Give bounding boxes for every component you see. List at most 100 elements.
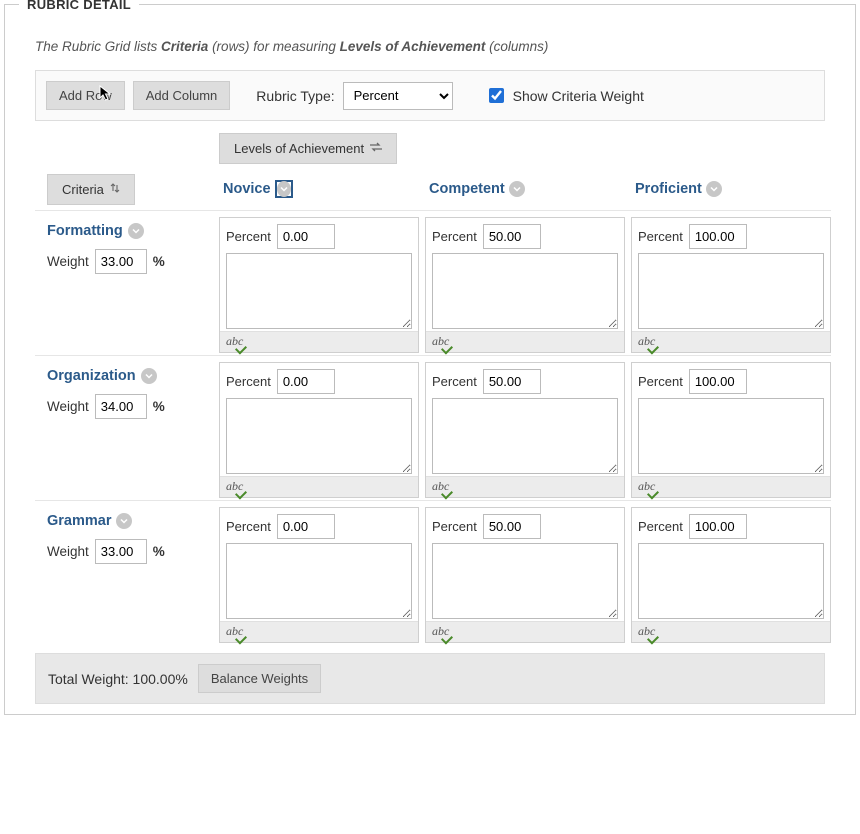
percent-input[interactable] [689,224,747,249]
rubric-cell: Percent abc [631,217,831,353]
criteria-label: Grammar [47,513,111,529]
criteria-row: Formatting Weight % [35,211,213,353]
add-column-button[interactable]: Add Column [133,81,231,110]
weight-line: Weight % [47,249,205,274]
description-textarea[interactable] [432,543,618,619]
spellcheck-icon[interactable]: abc [638,479,657,494]
criteria-label: Organization [47,368,136,384]
criteria-name-formatting[interactable]: Formatting [47,223,205,239]
percent-input[interactable] [483,514,541,539]
percent-symbol: % [153,399,165,414]
weight-input[interactable] [95,249,147,274]
sort-icon [110,183,120,196]
description-textarea[interactable] [226,253,412,329]
spellcheck-icon[interactable]: abc [638,624,657,639]
weight-line: Weight % [47,394,205,419]
show-weight-checkbox[interactable] [489,88,504,103]
percent-input[interactable] [277,224,335,249]
weight-input[interactable] [95,539,147,564]
percent-label: Percent [638,519,683,534]
chevron-down-icon[interactable] [509,181,525,197]
description-textarea[interactable] [638,543,824,619]
level-name: Novice [223,181,271,197]
add-row-button[interactable]: Add Row [46,81,125,110]
percent-input[interactable] [689,369,747,394]
show-weight-toggle[interactable]: Show Criteria Weight [485,85,644,106]
chevron-down-icon[interactable] [275,180,293,198]
chevron-down-icon[interactable] [706,181,722,197]
swap-icon [370,142,382,155]
criteria-row: Organization Weight % [35,356,213,498]
pill-label: Criteria [62,182,104,197]
panel-title: RUBRIC DETAIL [19,0,139,12]
weight-input[interactable] [95,394,147,419]
rubric-grid: Levels of Achievement Criteria Novice [35,133,825,643]
criteria-name-organization[interactable]: Organization [47,368,205,384]
description-textarea[interactable] [638,253,824,329]
percent-label: Percent [226,229,271,244]
button-label: Balance Weights [211,671,308,686]
rubric-cell: Percent abc [219,362,419,498]
total-weight-label: Total Weight: 100.00% [48,671,188,687]
button-label: Add Column [146,88,218,103]
grid-description: The Rubric Grid lists Criteria (rows) fo… [35,39,825,54]
criteria-header-wrap: Criteria [35,170,213,208]
desc-text: (rows) for measuring [208,39,339,54]
chevron-down-icon[interactable] [141,368,157,384]
level-header-novice[interactable]: Novice [219,170,419,208]
percent-input[interactable] [689,514,747,539]
levels-header-wrap: Levels of Achievement [219,133,831,164]
percent-input[interactable] [277,369,335,394]
percent-input[interactable] [483,369,541,394]
rubric-detail-panel: RUBRIC DETAIL The Rubric Grid lists Crit… [4,4,856,715]
rubric-type-select[interactable]: Percent [343,82,453,110]
rubric-cell: Percent abc [425,362,625,498]
percent-label: Percent [432,229,477,244]
spellcheck-icon[interactable]: abc [226,624,245,639]
level-name: Proficient [635,181,702,197]
weight-label: Weight [47,399,89,414]
percent-label: Percent [226,374,271,389]
spellcheck-icon[interactable]: abc [432,624,451,639]
description-textarea[interactable] [432,398,618,474]
criteria-row: Grammar Weight % [35,501,213,643]
percent-symbol: % [153,544,165,559]
criteria-pill[interactable]: Criteria [47,174,135,205]
chevron-down-icon[interactable] [116,513,132,529]
rubric-cell: Percent abc [219,217,419,353]
weight-label: Weight [47,544,89,559]
percent-input[interactable] [277,514,335,539]
spacer [35,133,213,170]
percent-label: Percent [638,374,683,389]
percent-label: Percent [432,374,477,389]
rubric-cell: Percent abc [631,507,831,643]
levels-of-achievement-pill[interactable]: Levels of Achievement [219,133,397,164]
spellcheck-icon[interactable]: abc [226,334,245,349]
description-textarea[interactable] [226,543,412,619]
spellcheck-icon[interactable]: abc [638,334,657,349]
spellcheck-icon[interactable]: abc [226,479,245,494]
footer-bar: Total Weight: 100.00% Balance Weights [35,653,825,704]
spellcheck-icon[interactable]: abc [432,479,451,494]
criteria-name-grammar[interactable]: Grammar [47,513,205,529]
level-header-competent[interactable]: Competent [425,170,625,208]
pill-label: Levels of Achievement [234,141,364,156]
rubric-cell: Percent abc [425,217,625,353]
percent-input[interactable] [483,224,541,249]
level-name: Competent [429,181,505,197]
desc-text: (columns) [485,39,548,54]
rubric-cell: Percent abc [425,507,625,643]
percent-label: Percent [226,519,271,534]
level-header-proficient[interactable]: Proficient [631,170,831,208]
rubric-type-label: Rubric Type: [256,88,334,104]
button-label: Add Row [59,88,112,103]
spellcheck-icon[interactable]: abc [432,334,451,349]
desc-criteria: Criteria [161,39,208,54]
percent-label: Percent [432,519,477,534]
description-textarea[interactable] [226,398,412,474]
description-textarea[interactable] [638,398,824,474]
chevron-down-icon[interactable] [128,223,144,239]
balance-weights-button[interactable]: Balance Weights [198,664,321,693]
show-weight-label: Show Criteria Weight [513,88,644,104]
description-textarea[interactable] [432,253,618,329]
